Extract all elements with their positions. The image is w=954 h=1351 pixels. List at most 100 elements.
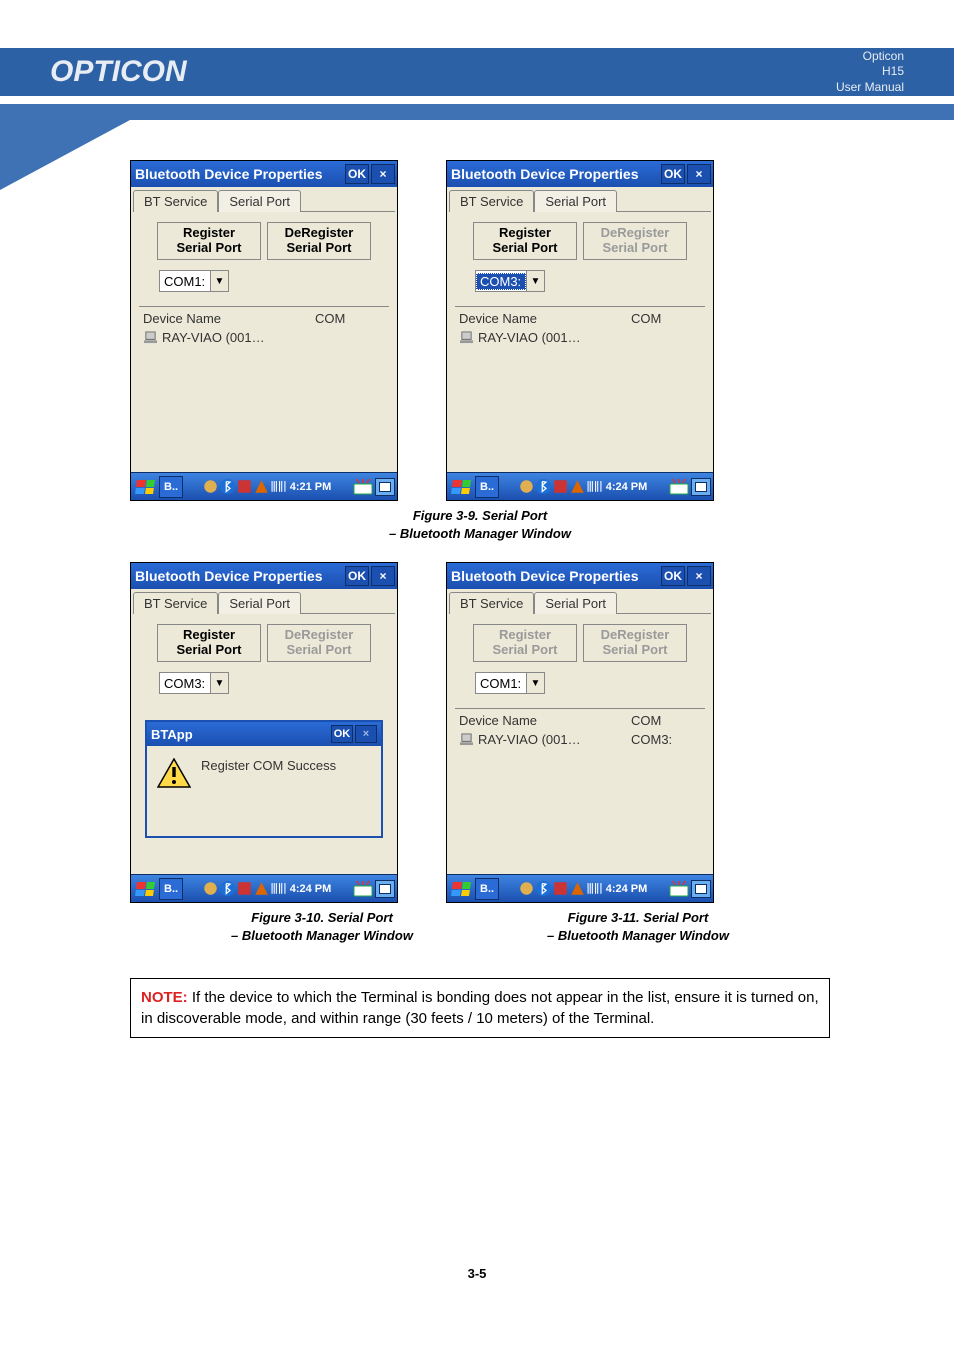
col-com: COM <box>631 713 701 728</box>
taskbar-app-button[interactable]: B.. <box>475 878 499 900</box>
register-serial-port-button[interactable]: Register Serial Port <box>157 624 261 662</box>
tray-icon[interactable] <box>570 881 585 896</box>
device-row[interactable]: RAY-VIAO (001… COM3: <box>455 730 705 749</box>
clock[interactable]: 4:24 PM <box>606 883 648 895</box>
doc-line: User Manual <box>836 80 904 96</box>
device-row[interactable]: RAY-VIAO (001… <box>139 328 389 347</box>
keyboard-icon[interactable] <box>669 880 689 898</box>
tab-serial-port[interactable]: Serial Port <box>218 190 301 212</box>
taskbar-app-button[interactable]: B.. <box>159 476 183 498</box>
close-button[interactable]: × <box>687 566 711 586</box>
msgbox-ok-button[interactable]: OK <box>331 725 353 743</box>
chevron-down-icon[interactable]: ▼ <box>526 673 544 693</box>
window-titlebar: Bluetooth Device Properties OK × <box>447 563 713 589</box>
tray-icon[interactable] <box>519 881 534 896</box>
taskbar: B.. 4:21 PM <box>131 472 397 500</box>
tab-serial-port[interactable]: Serial Port <box>534 592 617 614</box>
tray-icon[interactable] <box>203 881 218 896</box>
col-device-name: Device Name <box>459 311 631 326</box>
com-port-combo[interactable]: COM3: ▼ <box>159 672 229 694</box>
keyboard-icon[interactable] <box>669 478 689 496</box>
clock[interactable]: 4:24 PM <box>290 883 332 895</box>
bluetooth-icon[interactable] <box>220 479 235 494</box>
taskbar-app-button[interactable]: B.. <box>475 476 499 498</box>
doc-line: H15 <box>836 64 904 80</box>
taskbar-app-button[interactable]: B.. <box>159 878 183 900</box>
window-title: Bluetooth Device Properties <box>451 166 639 182</box>
close-button[interactable]: × <box>687 164 711 184</box>
page-number: 3-5 <box>0 1266 954 1281</box>
tray-icon[interactable] <box>570 479 585 494</box>
tab-serial-port[interactable]: Serial Port <box>534 190 617 212</box>
barcode-icon[interactable] <box>271 881 286 896</box>
ok-button[interactable]: OK <box>661 164 685 184</box>
clock[interactable]: 4:21 PM <box>290 481 332 493</box>
com-port-combo[interactable]: COM3: ▼ <box>475 270 545 292</box>
com-port-combo[interactable]: COM1: ▼ <box>159 270 229 292</box>
bt-properties-window: Bluetooth Device Properties OK × BT Serv… <box>130 160 398 501</box>
barcode-icon[interactable] <box>587 881 602 896</box>
ok-button[interactable]: OK <box>661 566 685 586</box>
tab-bt-service[interactable]: BT Service <box>449 592 534 614</box>
show-desktop-icon[interactable] <box>691 880 711 898</box>
device-icon <box>143 331 158 344</box>
keyboard-icon[interactable] <box>353 478 373 496</box>
system-tray: 4:24 PM <box>499 479 667 494</box>
opticon-logo: OPTICON <box>50 55 187 89</box>
com-port-combo[interactable]: COM1: ▼ <box>475 672 545 694</box>
deregister-serial-port-button: DeRegister Serial Port <box>583 624 687 662</box>
register-serial-port-button[interactable]: Register Serial Port <box>473 222 577 260</box>
start-button[interactable] <box>449 878 473 900</box>
taskbar: B.. 4:24 PM <box>447 874 713 902</box>
deregister-serial-port-button: DeRegister Serial Port <box>583 222 687 260</box>
system-tray: 4:24 PM <box>499 881 667 896</box>
device-row[interactable]: RAY-VIAO (001… <box>455 328 705 347</box>
chevron-down-icon[interactable]: ▼ <box>526 271 544 291</box>
tray-icon[interactable] <box>237 881 252 896</box>
header-diagonal <box>0 120 130 190</box>
tray-icon[interactable] <box>203 479 218 494</box>
tab-bar: BT Service Serial Port <box>449 189 711 212</box>
register-serial-port-button[interactable]: Register Serial Port <box>157 222 261 260</box>
ok-button[interactable]: OK <box>345 164 369 184</box>
chevron-down-icon[interactable]: ▼ <box>210 673 228 693</box>
msgbox-text: Register COM Success <box>201 758 336 773</box>
combo-value: COM1: <box>476 675 526 692</box>
start-button[interactable] <box>133 476 157 498</box>
tray-icon[interactable] <box>254 881 269 896</box>
ok-button[interactable]: OK <box>345 566 369 586</box>
start-button[interactable] <box>133 878 157 900</box>
show-desktop-icon[interactable] <box>375 880 395 898</box>
col-com: COM <box>631 311 701 326</box>
tray-icon[interactable] <box>237 479 252 494</box>
close-button[interactable]: × <box>371 164 395 184</box>
show-desktop-icon[interactable] <box>691 478 711 496</box>
window-titlebar: Bluetooth Device Properties OK × <box>447 161 713 187</box>
show-desktop-icon[interactable] <box>375 478 395 496</box>
deregister-serial-port-button[interactable]: DeRegister Serial Port <box>267 222 371 260</box>
chevron-down-icon[interactable]: ▼ <box>210 271 228 291</box>
start-button[interactable] <box>449 476 473 498</box>
barcode-icon[interactable] <box>587 479 602 494</box>
tab-serial-port[interactable]: Serial Port <box>218 592 301 614</box>
warning-icon <box>157 758 191 788</box>
bluetooth-icon[interactable] <box>220 881 235 896</box>
clock[interactable]: 4:24 PM <box>606 481 648 493</box>
close-button[interactable]: × <box>371 566 395 586</box>
deregister-serial-port-button: DeRegister Serial Port <box>267 624 371 662</box>
tray-icon[interactable] <box>553 479 568 494</box>
figure-caption: Figure 3-9. Serial Port – Bluetooth Mana… <box>130 507 830 542</box>
keyboard-icon[interactable] <box>353 880 373 898</box>
bluetooth-icon[interactable] <box>536 479 551 494</box>
tray-icon[interactable] <box>254 479 269 494</box>
tab-bar: BT Service Serial Port <box>133 189 395 212</box>
tab-bt-service[interactable]: BT Service <box>449 190 534 212</box>
window-title: Bluetooth Device Properties <box>451 568 639 584</box>
tray-icon[interactable] <box>519 479 534 494</box>
tab-bt-service[interactable]: BT Service <box>133 190 218 212</box>
bluetooth-icon[interactable] <box>536 881 551 896</box>
tab-bt-service[interactable]: BT Service <box>133 592 218 614</box>
barcode-icon[interactable] <box>271 479 286 494</box>
device-name: RAY-VIAO (001… <box>162 330 265 345</box>
tray-icon[interactable] <box>553 881 568 896</box>
